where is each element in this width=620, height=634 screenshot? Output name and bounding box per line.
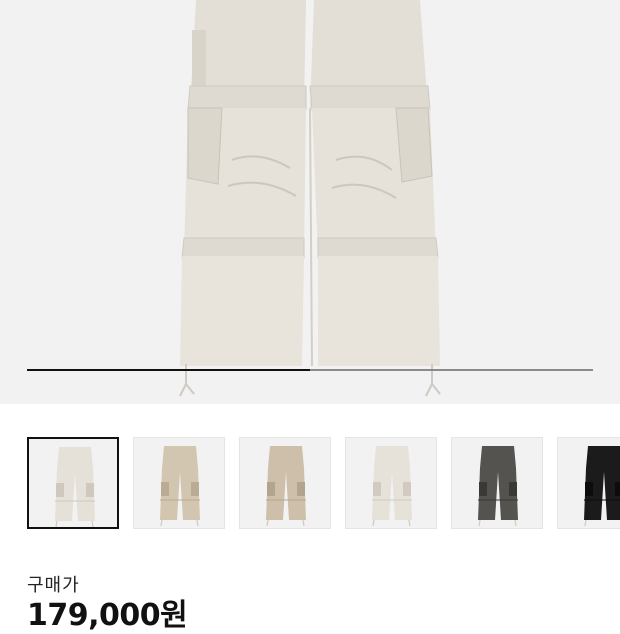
- pants-thumbnail-image: [55, 447, 95, 527]
- price-value: 179,000원: [27, 598, 188, 633]
- thumbnail-3[interactable]: [239, 437, 331, 529]
- pants-thumbnail-image: [584, 446, 620, 527]
- gallery-progress-bar: [27, 369, 593, 371]
- product-main-image[interactable]: [0, 0, 620, 404]
- pants-thumbnail-image: [478, 446, 518, 527]
- pants-thumbnail-image: [160, 446, 200, 527]
- thumbnail-strip: [0, 437, 620, 531]
- pants-thumbnail-image: [372, 446, 412, 527]
- thumbnail-2[interactable]: [133, 437, 225, 529]
- gallery-progress-fill: [27, 369, 310, 371]
- thumbnail-5[interactable]: [451, 437, 543, 529]
- thumbnail-1[interactable]: [27, 437, 119, 529]
- cargo-pants-image: [179, 0, 441, 397]
- thumbnail-4[interactable]: [345, 437, 437, 529]
- pants-thumbnail-image: [266, 446, 306, 527]
- price-label: 구매가: [27, 575, 80, 596]
- thumbnail-6[interactable]: [557, 437, 620, 529]
